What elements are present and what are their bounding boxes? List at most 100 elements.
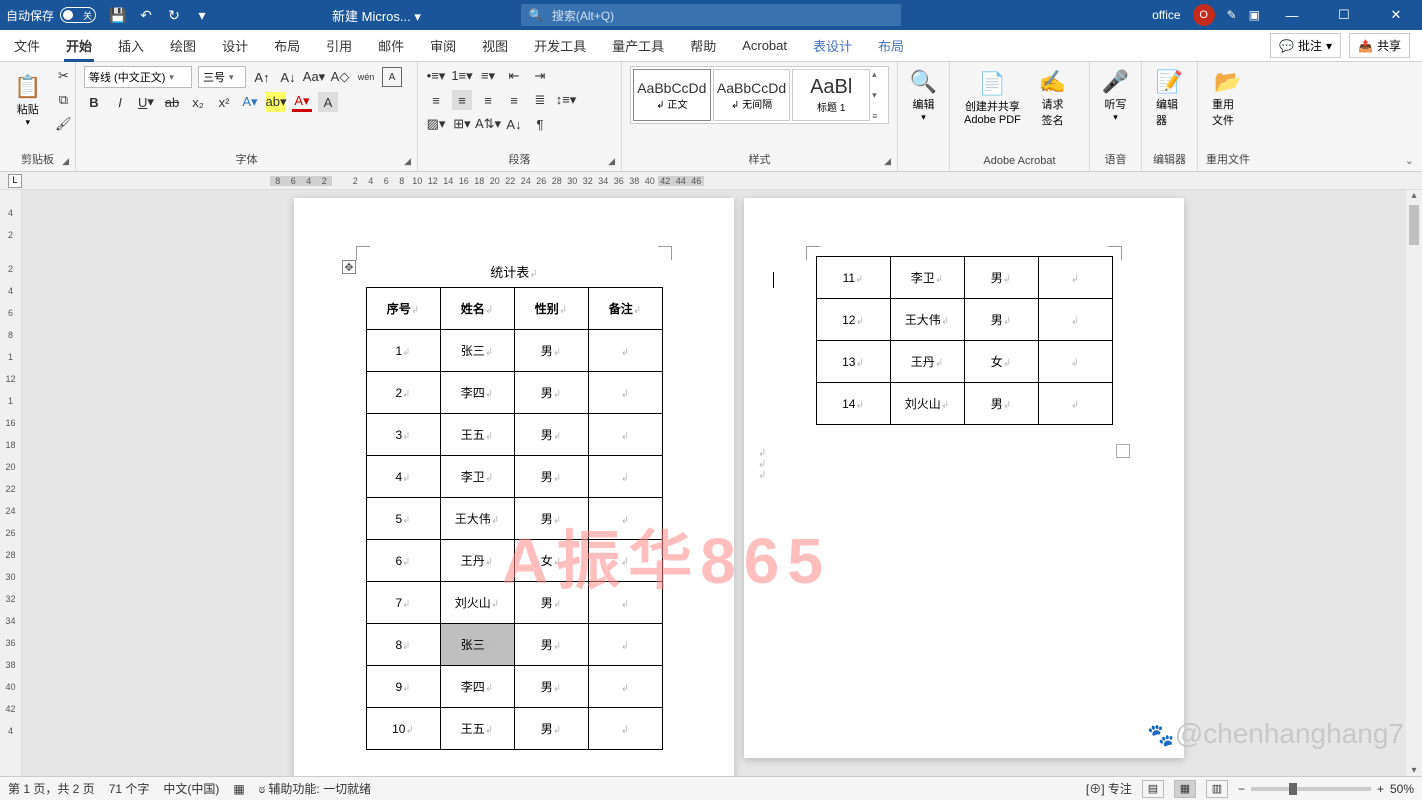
sort-icon[interactable]: A↓ xyxy=(504,114,524,134)
table-cell[interactable]: ↲ xyxy=(588,414,662,456)
close-button[interactable]: ✕ xyxy=(1376,0,1416,30)
table-cell[interactable]: 13↲ xyxy=(816,341,890,383)
request-sign-button[interactable]: ✍请求签名 xyxy=(1033,66,1072,130)
table-cell[interactable]: 张三↲ xyxy=(440,624,514,666)
avatar[interactable]: O xyxy=(1193,4,1215,26)
indent-icon[interactable]: ⇥ xyxy=(530,66,550,86)
style-heading1[interactable]: AaBl标题 1 xyxy=(792,69,870,121)
phonetic-icon[interactable]: wén xyxy=(356,67,376,87)
table-cell[interactable]: 2↲ xyxy=(366,372,440,414)
table-cell[interactable]: 5↲ xyxy=(366,498,440,540)
table-2[interactable]: 11↲李卫↲男↲↲12↲王大伟↲男↲↲13↲王丹↲女↲↲14↲刘火山↲男↲↲ xyxy=(816,256,1113,425)
table-cell[interactable]: 男↲ xyxy=(964,299,1038,341)
table-cell[interactable]: ↲ xyxy=(588,456,662,498)
borders-icon[interactable]: ⊞▾ xyxy=(452,114,472,134)
document-title[interactable]: 新建 Micros... ▾ xyxy=(332,6,421,25)
table-cell[interactable]: 男↲ xyxy=(514,666,588,708)
table-cell[interactable]: 王五↲ xyxy=(440,414,514,456)
tab-table-design[interactable]: 表设计 xyxy=(811,30,854,61)
table-resize-handle[interactable] xyxy=(1116,444,1130,458)
tab-review[interactable]: 审阅 xyxy=(428,30,458,61)
tab-layout[interactable]: 布局 xyxy=(272,30,302,61)
table-cell[interactable]: 李四↲ xyxy=(440,666,514,708)
table-cell[interactable]: 9↲ xyxy=(366,666,440,708)
justify-icon[interactable]: ≡ xyxy=(504,90,524,110)
paste-button[interactable]: 📋粘贴▾ xyxy=(8,71,47,130)
multilevel-icon[interactable]: ≡▾ xyxy=(478,66,498,86)
reuse-files-button[interactable]: 📂重用文件 xyxy=(1206,66,1250,130)
font-color-icon[interactable]: A▾ xyxy=(292,92,312,112)
table-cell[interactable]: 3↲ xyxy=(366,414,440,456)
copy-icon[interactable]: ⧉ xyxy=(53,90,73,110)
table-cell[interactable]: 12↲ xyxy=(816,299,890,341)
char-shading-icon[interactable]: A xyxy=(318,92,338,112)
table-cell[interactable]: 王五↲ xyxy=(440,708,514,750)
table-cell[interactable]: 李卫↲ xyxy=(890,257,964,299)
tab-home[interactable]: 开始 xyxy=(64,30,94,61)
format-painter-icon[interactable]: 🖌 xyxy=(53,114,73,134)
tab-help[interactable]: 帮助 xyxy=(688,30,718,61)
table-cell[interactable]: 女↲ xyxy=(964,341,1038,383)
save-icon[interactable]: 💾 xyxy=(108,7,128,24)
minimize-button[interactable]: — xyxy=(1272,0,1312,30)
table-cell[interactable]: 8↲ xyxy=(366,624,440,666)
table-cell[interactable]: ↲ xyxy=(1038,341,1112,383)
table-cell[interactable]: 李四↲ xyxy=(440,372,514,414)
table-cell[interactable]: 王丹↲ xyxy=(890,341,964,383)
vertical-ruler[interactable]: 422468112116182022242628303234363840424 xyxy=(0,190,22,776)
strike-button[interactable]: ab xyxy=(162,92,182,112)
distribute-icon[interactable]: ≣ xyxy=(530,90,550,110)
highlight-icon[interactable]: ab▾ xyxy=(266,92,286,112)
tab-file[interactable]: 文件 xyxy=(12,30,42,61)
change-case-icon[interactable]: Aa▾ xyxy=(304,67,324,87)
status-lang[interactable]: 中文(中国) xyxy=(163,780,219,797)
outdent-icon[interactable]: ⇤ xyxy=(504,66,524,86)
share-button[interactable]: 📤 共享 xyxy=(1349,33,1410,58)
table-cell[interactable]: 男↲ xyxy=(514,372,588,414)
font-size-select[interactable]: 三号▾ xyxy=(198,66,246,88)
table-cell[interactable]: 7↲ xyxy=(366,582,440,624)
table-header-cell[interactable]: 性别↲ xyxy=(514,288,588,330)
redo-icon[interactable]: ↻ xyxy=(164,7,184,24)
table-cell[interactable]: 1↲ xyxy=(366,330,440,372)
tab-table-layout[interactable]: 布局 xyxy=(876,30,906,61)
editing-button[interactable]: 🔍编辑▾ xyxy=(906,66,941,125)
table-cell[interactable]: 4↲ xyxy=(366,456,440,498)
table-cell[interactable]: 男↲ xyxy=(514,414,588,456)
autosave-toggle[interactable]: 自动保存 关 xyxy=(6,7,96,24)
maximize-button[interactable]: ☐ xyxy=(1324,0,1364,30)
table-cell[interactable]: 男↲ xyxy=(514,330,588,372)
search-box[interactable]: 🔍 搜索(Alt+Q) xyxy=(521,4,901,26)
table-cell[interactable]: 刘火山↲ xyxy=(890,383,964,425)
horizontal-ruler[interactable]: 8642246810121416182022242628303234363840… xyxy=(270,172,1422,190)
table-cell[interactable]: 男↲ xyxy=(514,624,588,666)
focus-mode-icon[interactable]: [⊕] 专注 xyxy=(1086,780,1132,797)
tab-insert[interactable]: 插入 xyxy=(116,30,146,61)
table-header-cell[interactable]: 姓名↲ xyxy=(440,288,514,330)
table-header-cell[interactable]: 备注↲ xyxy=(588,288,662,330)
subscript-button[interactable]: x₂ xyxy=(188,92,208,112)
table-cell[interactable]: 男↲ xyxy=(514,708,588,750)
bold-button[interactable]: B xyxy=(84,92,104,112)
table-cell[interactable]: 14↲ xyxy=(816,383,890,425)
status-page[interactable]: 第 1 页，共 2 页 xyxy=(8,780,95,797)
align-left-icon[interactable]: ≡ xyxy=(426,90,446,110)
tab-mailings[interactable]: 邮件 xyxy=(376,30,406,61)
status-a11y[interactable]: ಠ 辅助功能: 一切就绪 xyxy=(259,780,371,797)
asian-layout-icon[interactable]: A⇅▾ xyxy=(478,114,498,134)
table-cell[interactable]: ↲ xyxy=(588,666,662,708)
tab-selector[interactable]: L xyxy=(8,174,22,188)
ribbon-mode-icon[interactable]: ▣ xyxy=(1249,8,1260,22)
status-words[interactable]: 71 个字 xyxy=(109,780,150,797)
shading-icon[interactable]: ▨▾ xyxy=(426,114,446,134)
pen-icon[interactable]: ✎ xyxy=(1227,8,1237,22)
table-cell[interactable]: 李卫↲ xyxy=(440,456,514,498)
zoom-control[interactable]: − + 50% xyxy=(1238,782,1414,796)
table-cell[interactable]: 男↲ xyxy=(964,383,1038,425)
view-read-icon[interactable]: ▤ xyxy=(1142,780,1164,798)
align-right-icon[interactable]: ≡ xyxy=(478,90,498,110)
shrink-font-icon[interactable]: A↓ xyxy=(278,67,298,87)
style-nospacing[interactable]: AaBbCcDd↲ 无间隔 xyxy=(713,69,791,121)
table-cell[interactable]: 王大伟↲ xyxy=(890,299,964,341)
clear-format-icon[interactable]: A◇ xyxy=(330,67,350,87)
